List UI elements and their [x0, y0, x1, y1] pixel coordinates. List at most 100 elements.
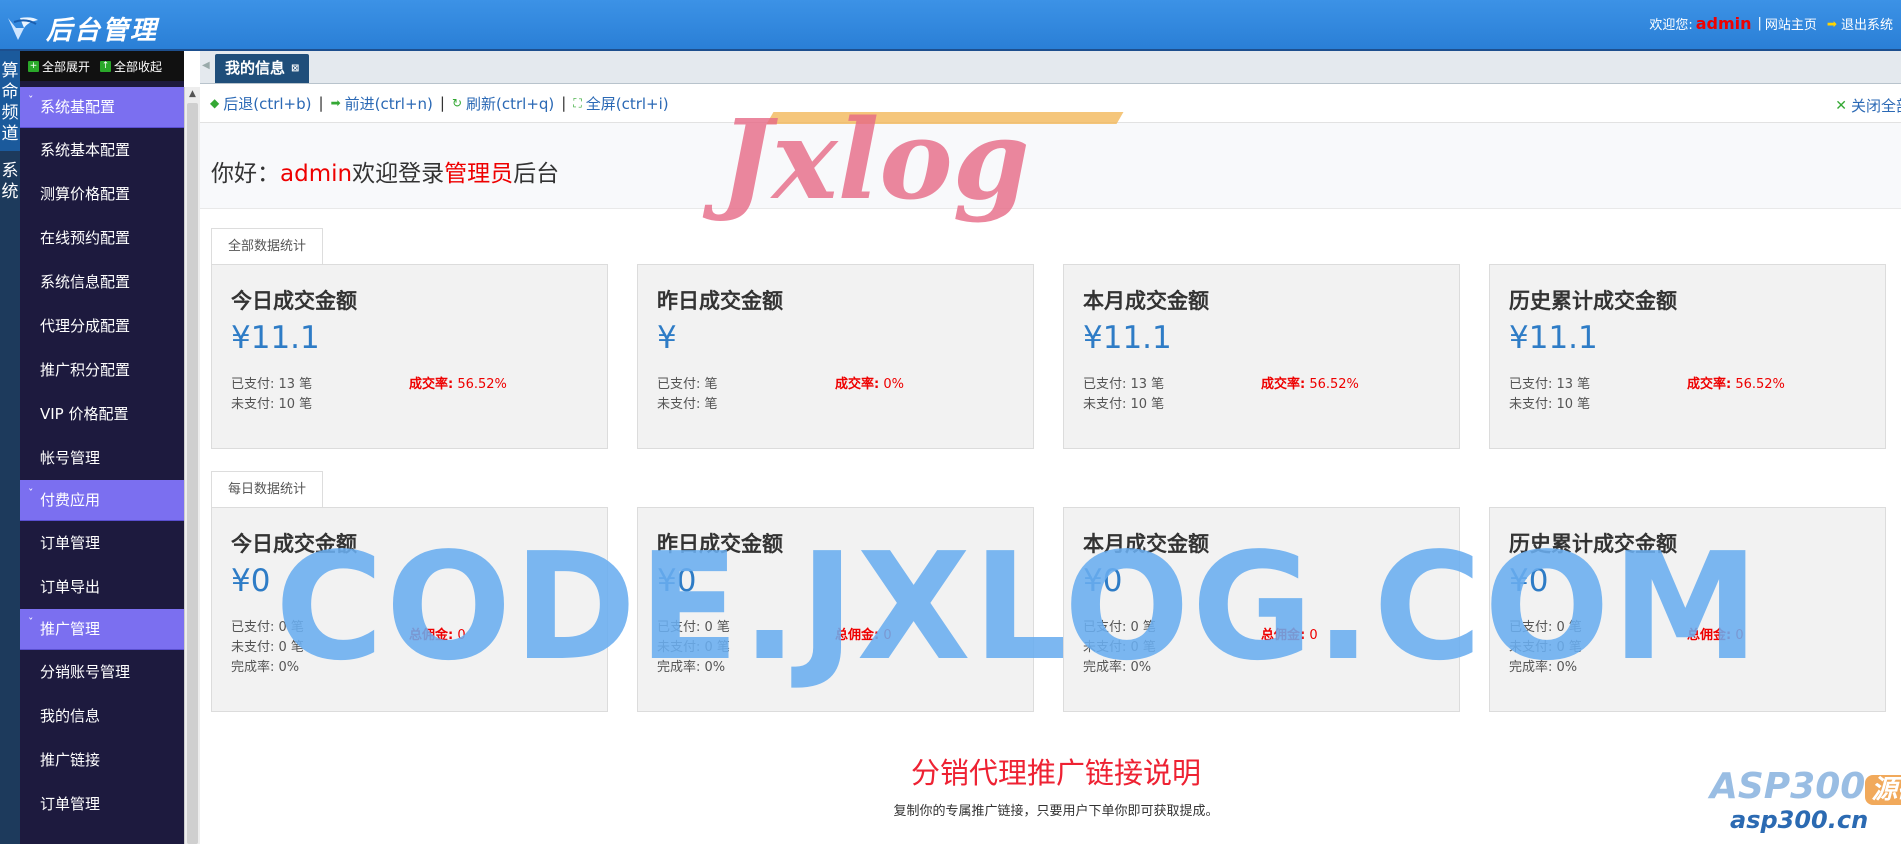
sidebar-item-basic-config[interactable]: 系统基本配置	[20, 128, 184, 172]
watermark-asp-text: ASP300	[1710, 766, 1866, 807]
sidebar-item-accounts[interactable]: 帐号管理	[20, 436, 184, 480]
card-amount: ¥11.1	[1509, 320, 1598, 356]
unpaid-count: 未支付: 笔	[657, 397, 718, 412]
caret-down-icon: ˇ	[28, 94, 34, 107]
stat-card: 历史累计成交金额 ¥11.1 已支付: 13 笔 未支付: 10 笔 成交率: …	[1489, 264, 1886, 449]
unpaid-count: 未支付: 0 笔	[231, 640, 304, 655]
completion-rate: 完成率: 0%	[1509, 660, 1578, 675]
forward-button[interactable]: ➡ 前进(ctrl+n)	[331, 93, 433, 114]
menu-group-paid-apps[interactable]: ˇ 付费应用	[20, 480, 184, 521]
menu-group-system-config[interactable]: ˇ 系统基配置	[20, 87, 184, 128]
stat-card: 今日成交金额 ¥0 已支付: 0 笔 未支付: 0 笔 完成率: 0% 总佣金:…	[211, 507, 608, 712]
completion-rate: 完成率: 0%	[1083, 660, 1152, 675]
refresh-label: 刷新(ctrl+q)	[466, 94, 555, 113]
watermark-asp300-url: asp300.cn	[1730, 806, 1869, 834]
card-title: 昨日成交金额	[657, 289, 783, 313]
tab-scroll-left-icon[interactable]: ◀	[202, 60, 210, 71]
sidebar-item-booking-config[interactable]: 在线预约配置	[20, 216, 184, 260]
card-title: 历史累计成交金额	[1509, 289, 1677, 313]
watermark-asp300: ASP300源码	[1710, 766, 1901, 807]
card-title: 历史累计成交金额	[1509, 532, 1677, 556]
completion-rate: 完成率: 0%	[657, 660, 726, 675]
logout-link[interactable]: 退出系统	[1841, 14, 1893, 33]
sidebar-item-my-info[interactable]: 我的信息	[20, 694, 184, 738]
total-commission: 总佣金: 0	[409, 624, 466, 643]
sidebar-item-promo-orders[interactable]: 订单管理	[20, 782, 184, 826]
page-title: 你好：admin欢迎登录管理员后台	[211, 154, 559, 188]
site-home-link[interactable]: 网站主页	[1765, 14, 1817, 33]
scroll-up-icon[interactable]: ▲	[185, 87, 200, 101]
sidebar-item-promo-link[interactable]: 推广链接	[20, 738, 184, 782]
caret-down-icon: ˇ	[28, 487, 34, 500]
top-header: 后台管理 欢迎您: admin | 网站主页 ➡ 退出系统	[0, 0, 1901, 51]
refresh-button[interactable]: ↻ 刷新(ctrl+q)	[452, 93, 554, 114]
paid-count: 已支付: 笔	[657, 377, 718, 392]
close-all-button[interactable]: ✕关闭全部	[1835, 95, 1901, 116]
forward-arrow-icon: ➡	[330, 96, 341, 110]
menu-group-label: 推广管理	[40, 620, 101, 638]
main-content: 你好：admin欢迎登录管理员后台 全部数据统计 今日成交金额 ¥11.1 已支…	[200, 123, 1901, 844]
paid-count: 已支付: 0 笔	[1509, 620, 1582, 635]
commission-label: 总佣金:	[835, 628, 880, 643]
card-amount: ¥11.1	[1083, 320, 1172, 356]
collapse-icon: ↑	[100, 60, 112, 72]
sidebar-item-agent-share[interactable]: 代理分成配置	[20, 304, 184, 348]
welcome-label: 欢迎您:	[1649, 18, 1693, 33]
divider: |	[1757, 16, 1762, 31]
sidebar-item-order-export[interactable]: 订单导出	[20, 565, 184, 609]
logout-arrow-icon: ➡	[1826, 16, 1837, 31]
sidebar-menu: ˇ 系统基配置 系统基本配置 测算价格配置 在线预约配置 系统信息配置 代理分成配…	[20, 87, 184, 826]
menu-group-label: 付费应用	[40, 491, 101, 509]
greeting-middle: 欢迎登录	[352, 161, 445, 187]
total-commission: 总佣金: 0	[835, 624, 892, 643]
channel-fortune[interactable]: 算 命 频 道	[0, 51, 20, 151]
channel-bar: 算 命 频 道 系 统	[0, 51, 20, 844]
back-button[interactable]: ◆ 后退(ctrl+b)	[210, 93, 312, 114]
collapse-all-button[interactable]: ↑ 全部收起	[100, 58, 162, 75]
card-amount: ¥	[657, 320, 677, 356]
menu-group-label: 系统基配置	[40, 98, 116, 116]
card-amount: ¥0	[231, 563, 271, 599]
commission-value: 0	[457, 628, 466, 643]
close-all-label: 关闭全部	[1850, 97, 1901, 115]
scroll-thumb[interactable]	[187, 103, 198, 844]
logo: 后台管理	[6, 10, 158, 47]
caret-down-icon: ˇ	[28, 616, 34, 629]
tab-daily-stats[interactable]: 每日数据统计	[211, 471, 324, 508]
unpaid-count: 未支付: 0 笔	[1509, 640, 1582, 655]
channel-system[interactable]: 系 统	[0, 151, 20, 203]
tab-all-stats[interactable]: 全部数据统计	[211, 228, 324, 265]
fullscreen-button[interactable]: ⛶ 全屏(ctrl+i)	[573, 93, 668, 114]
paid-count: 已支付: 13 笔	[1509, 377, 1591, 392]
sidebar: + 全部展开 ↑ 全部收起 ˇ 系统基配置 系统基本配置 测算价格配置 在线预约配…	[20, 51, 184, 844]
sidebar-item-vip-price[interactable]: VIP 价格配置	[20, 392, 184, 436]
fullscreen-icon: ⛶	[573, 95, 582, 110]
rate-label: 成交率:	[1687, 377, 1732, 392]
expand-all-label: 全部展开	[42, 59, 91, 74]
card-amount: ¥11.1	[231, 320, 320, 356]
tab-close-icon[interactable]: ⊠	[291, 54, 299, 83]
sidebar-item-distributors[interactable]: 分销账号管理	[20, 650, 184, 694]
unpaid-count: 未支付: 0 笔	[1083, 640, 1156, 655]
tab-bar: ◀ 我的信息 ⊠	[200, 51, 1901, 84]
sidebar-item-price-config[interactable]: 测算价格配置	[20, 172, 184, 216]
menu-group-promotion[interactable]: ˇ 推广管理	[20, 609, 184, 650]
sidebar-item-orders[interactable]: 订单管理	[20, 521, 184, 565]
sidebar-item-info-config[interactable]: 系统信息配置	[20, 260, 184, 304]
sidebar-scrollbar[interactable]: ▲	[184, 87, 200, 844]
completion-rate: 完成率: 0%	[231, 660, 300, 675]
sidebar-toolbar: + 全部展开 ↑ 全部收起	[20, 51, 184, 81]
unpaid-count: 未支付: 10 笔	[1083, 397, 1165, 412]
tab-my-info[interactable]: 我的信息 ⊠	[215, 54, 310, 83]
stat-card: 今日成交金额 ¥11.1 已支付: 13 笔 未支付: 10 笔 成交率: 56…	[211, 264, 608, 449]
card-title: 本月成交金额	[1083, 289, 1209, 313]
divider: |	[318, 94, 324, 112]
expand-all-button[interactable]: + 全部展开	[28, 58, 90, 75]
sidebar-item-points-config[interactable]: 推广积分配置	[20, 348, 184, 392]
rate-value: 0%	[883, 377, 904, 392]
paid-count: 已支付: 0 笔	[1083, 620, 1156, 635]
greeting-hello: 你好：	[211, 161, 280, 187]
rate-label: 成交率:	[1261, 377, 1306, 392]
greeting-user: admin	[280, 161, 353, 187]
conversion-rate: 成交率: 56.52%	[409, 373, 507, 392]
